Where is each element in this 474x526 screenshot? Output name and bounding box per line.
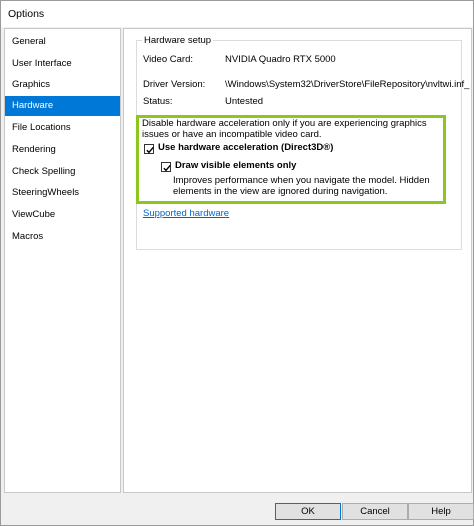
sidebar-item-user-interface[interactable]: User Interface [5, 54, 120, 74]
cancel-button[interactable]: Cancel [342, 503, 408, 520]
status-value: Untested [225, 96, 264, 107]
options-dialog: Options General User Interface Graphics … [0, 0, 474, 526]
status-label: Status: [143, 96, 173, 107]
draw-visible-description: Improves performance when you navigate t… [173, 175, 430, 197]
hardware-panel: Hardware setup Video Card: NVIDIA Quadro… [123, 28, 472, 493]
use-hardware-acceleration-checkbox[interactable] [144, 144, 154, 154]
window-title: Options [8, 8, 45, 20]
draw-visible-elements-checkbox[interactable] [161, 162, 171, 172]
dialog-footer: OK Cancel Help [1, 495, 474, 525]
checkmark-icon [163, 164, 171, 172]
supported-hardware-link[interactable]: Supported hardware [143, 208, 229, 219]
driver-version-value: \Windows\System32\DriverStore\FileReposi… [225, 79, 470, 90]
checkmark-icon [146, 146, 154, 154]
sidebar-item-check-spelling[interactable]: Check Spelling [5, 162, 120, 182]
draw-visible-elements-label[interactable]: Draw visible elements only [175, 160, 296, 171]
sidebar-item-rendering[interactable]: Rendering [5, 140, 120, 160]
sidebar-item-general[interactable]: General [5, 32, 120, 52]
video-card-label: Video Card: [143, 54, 193, 65]
group-title: Hardware setup [142, 35, 214, 46]
sidebar-item-hardware[interactable]: Hardware [5, 96, 120, 116]
sidebar-item-macros[interactable]: Macros [5, 227, 120, 247]
help-button[interactable]: Help [408, 503, 474, 520]
video-card-value: NVIDIA Quadro RTX 5000 [225, 54, 336, 65]
title-bar: Options [1, 1, 473, 27]
ok-button[interactable]: OK [275, 503, 341, 520]
category-list: General User Interface Graphics Hardware… [4, 28, 121, 493]
use-hardware-acceleration-label[interactable]: Use hardware acceleration (Direct3D®) [158, 142, 333, 153]
driver-version-label: Driver Version: [143, 79, 206, 90]
sidebar-item-steeringwheels[interactable]: SteeringWheels [5, 183, 120, 203]
acceleration-warning: Disable hardware acceleration only if yo… [142, 118, 427, 140]
sidebar-item-viewcube[interactable]: ViewCube [5, 205, 120, 225]
sidebar-item-file-locations[interactable]: File Locations [5, 118, 120, 138]
sidebar-item-graphics[interactable]: Graphics [5, 75, 120, 95]
